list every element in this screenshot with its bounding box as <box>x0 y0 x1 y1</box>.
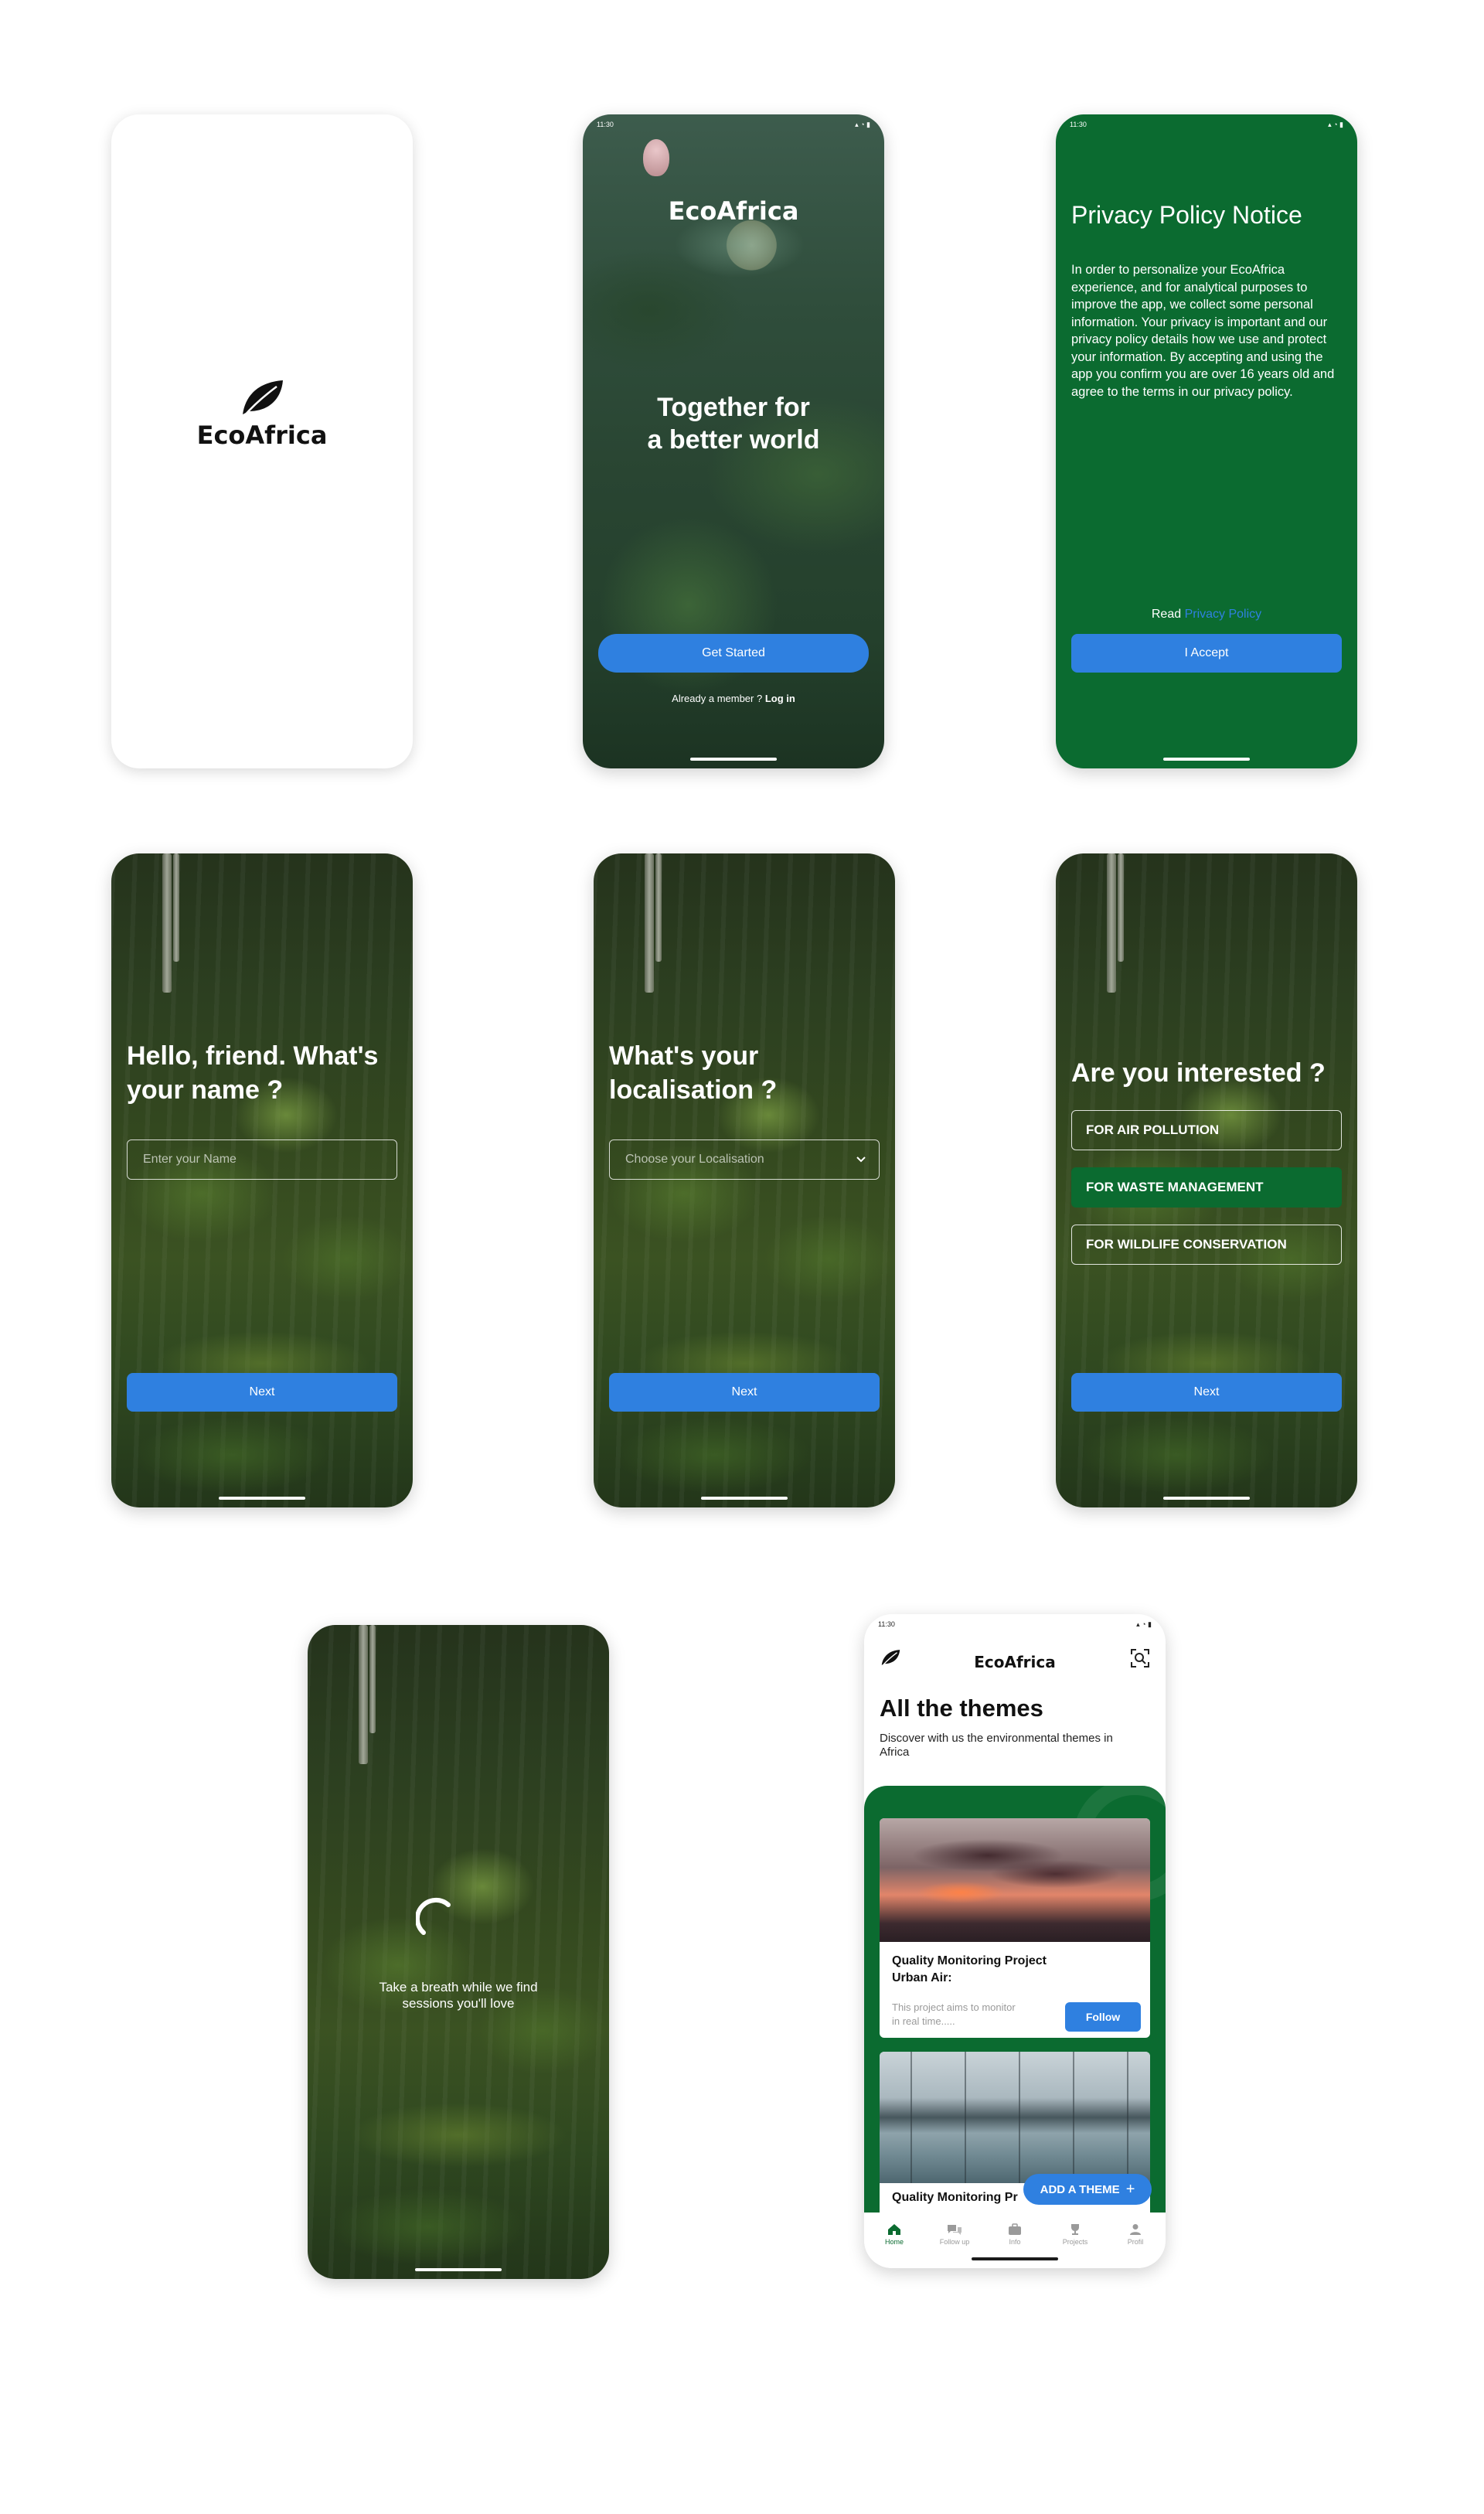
home-indicator <box>701 1497 788 1500</box>
nav-follow-up-label: Follow up <box>939 2238 970 2246</box>
home-indicator <box>219 1497 305 1500</box>
theme-card[interactable]: Quality Monitoring Project Urban Air: Th… <box>880 1818 1150 2038</box>
status-bar: 11:30 ▴ ◔ ▮ <box>878 1620 1152 1630</box>
tree-trunk <box>655 853 662 962</box>
tagline: Together for a better world <box>583 391 884 456</box>
login-link[interactable]: Log in <box>765 693 795 704</box>
location-step-screen: What's your localisation ? Choose your L… <box>594 853 895 1507</box>
status-time: 11:30 <box>878 1620 895 1628</box>
tree-trunk <box>173 853 179 962</box>
interests-step-screen: Are you interested ? FOR AIR POLLUTION F… <box>1056 853 1357 1507</box>
interests-question: Are you interested ? <box>1071 1058 1326 1088</box>
follow-button[interactable]: Follow <box>1065 2002 1141 2032</box>
status-icons: ▴ ◔ ▮ <box>855 121 870 128</box>
nav-info[interactable]: Info <box>985 2223 1045 2246</box>
brand-name: EcoAfrica <box>668 196 799 226</box>
nav-projects-label: Projects <box>1062 2238 1088 2246</box>
tree-trunk <box>1118 853 1124 962</box>
card-image <box>880 1818 1150 1942</box>
nav-home-label: Home <box>884 2238 904 2246</box>
leaf-icon <box>243 380 283 417</box>
privacy-body: In order to personalize your EcoAfrica e… <box>1071 263 1335 399</box>
privacy-screen: 11:30 ▴ ◔ ▮ Privacy Policy Notice In ord… <box>1056 114 1357 768</box>
privacy-policy-link[interactable]: Privacy Policy <box>1185 608 1262 621</box>
trophy-icon <box>1071 2224 1079 2235</box>
loading-spinner-icon <box>416 1897 451 1935</box>
card-image <box>880 2052 1150 2183</box>
tree-trunk <box>1107 853 1116 993</box>
loading-message-line-1: Take a breath while we find <box>379 1980 538 1995</box>
nav-info-label: Info <box>1009 2238 1021 2246</box>
tagline-line-2: a better world <box>647 425 820 455</box>
brand-logo: EcoAfrica <box>111 377 413 450</box>
home-screen: 11:30 ▴ ◔ ▮ EcoAfrica All the themes Dis… <box>864 1614 1166 2268</box>
login-prompt: Already a member ? Log in <box>583 693 884 704</box>
location-select[interactable]: Choose your Localisation <box>609 1139 880 1180</box>
status-icons: ▴ ◔ ▮ <box>1136 1620 1152 1628</box>
home-indicator <box>1163 758 1250 761</box>
card-title: Quality Monitoring Pr <box>892 2191 1018 2204</box>
interest-option[interactable]: FOR WASTE MANAGEMENT <box>1071 1167 1342 1208</box>
name-step-screen: Hello, friend. What's your name ? Enter … <box>111 853 413 1507</box>
card-title-line-1: Quality Monitoring Project <box>892 1954 1047 1967</box>
name-input[interactable]: Enter your Name <box>127 1139 397 1180</box>
get-started-button[interactable]: Get Started <box>598 634 869 673</box>
read-policy: Read Privacy Policy <box>1056 608 1357 622</box>
splash-screen: EcoAfrica <box>111 114 413 768</box>
tree-trunk <box>359 1625 368 1764</box>
next-button[interactable]: Next <box>127 1373 397 1412</box>
home-indicator <box>972 2257 1058 2260</box>
brand-name: EcoAfrica <box>974 1653 1056 1671</box>
accept-button[interactable]: I Accept <box>1071 634 1342 673</box>
plus-icon: + <box>1125 2180 1135 2198</box>
loading-screen: Take a breath while we find sessions you… <box>308 1625 609 2279</box>
status-bar: 11:30 ▴ ◔ ▮ <box>1070 121 1343 130</box>
interest-option[interactable]: FOR AIR POLLUTION <box>1071 1110 1342 1150</box>
tree-trunk <box>645 853 654 993</box>
read-prefix: Read <box>1151 608 1182 621</box>
member-prompt-text: Already a member ? <box>672 693 763 704</box>
home-indicator <box>690 758 777 761</box>
next-button[interactable]: Next <box>609 1373 880 1412</box>
add-theme-button[interactable]: ADD A THEME + <box>1023 2174 1152 2205</box>
loading-message-line-2: sessions you'll love <box>402 1996 515 2011</box>
status-time: 11:30 <box>597 121 614 128</box>
welcome-screen: 11:30 ▴ ◔ ▮ EcoAfrica Together for a bet… <box>583 114 884 768</box>
interest-option[interactable]: FOR WILDLIFE CONSERVATION <box>1071 1225 1342 1265</box>
status-time: 11:30 <box>1070 121 1087 128</box>
person-icon <box>1130 2224 1141 2235</box>
tree-trunk <box>162 853 172 993</box>
status-icons: ▴ ◔ ▮ <box>1328 121 1343 128</box>
nav-home[interactable]: Home <box>864 2223 924 2246</box>
nav-profile[interactable]: Profil <box>1105 2223 1166 2246</box>
briefcase-icon <box>1009 2223 1021 2235</box>
tagline-line-1: Together for <box>657 393 810 422</box>
home-indicator <box>1163 1497 1250 1500</box>
page-subtitle: Discover with us the environmental theme… <box>880 1732 1113 1759</box>
location-question: What's your localisation ? <box>609 1041 778 1105</box>
chevron-down-icon <box>856 1157 866 1163</box>
name-question: Hello, friend. What's your name ? <box>127 1041 379 1105</box>
privacy-title: Privacy Policy Notice <box>1071 201 1302 229</box>
home-icon <box>888 2224 900 2235</box>
themes-panel: Quality Monitoring Project Urban Air: Th… <box>864 1786 1166 2219</box>
status-bar: 11:30 ▴ ◔ ▮ <box>597 121 870 130</box>
chat-bubbles-icon <box>948 2225 962 2235</box>
brand-name: EcoAfrica <box>196 421 328 450</box>
tree-trunk <box>369 1625 376 1733</box>
nav-projects[interactable]: Projects <box>1045 2223 1105 2246</box>
lotus-bud <box>643 139 669 176</box>
home-indicator <box>415 2268 502 2271</box>
card-description: This project aims to monitor in real tim… <box>892 2001 1016 2027</box>
location-placeholder: Choose your Localisation <box>625 1153 764 1166</box>
add-theme-label: ADD A THEME <box>1040 2182 1120 2196</box>
scan-search-icon[interactable] <box>1130 1648 1150 1668</box>
card-title: Quality Monitoring Project Urban Air: <box>892 1953 1047 1987</box>
next-button[interactable]: Next <box>1071 1373 1342 1412</box>
card-title-line-2: Urban Air: <box>892 1971 952 1984</box>
loading-message: Take a breath while we find sessions you… <box>308 1979 609 2012</box>
nav-follow-up[interactable]: Follow up <box>924 2223 985 2246</box>
nav-profile-label: Profil <box>1127 2238 1144 2246</box>
page-title: All the themes <box>880 1695 1043 1722</box>
